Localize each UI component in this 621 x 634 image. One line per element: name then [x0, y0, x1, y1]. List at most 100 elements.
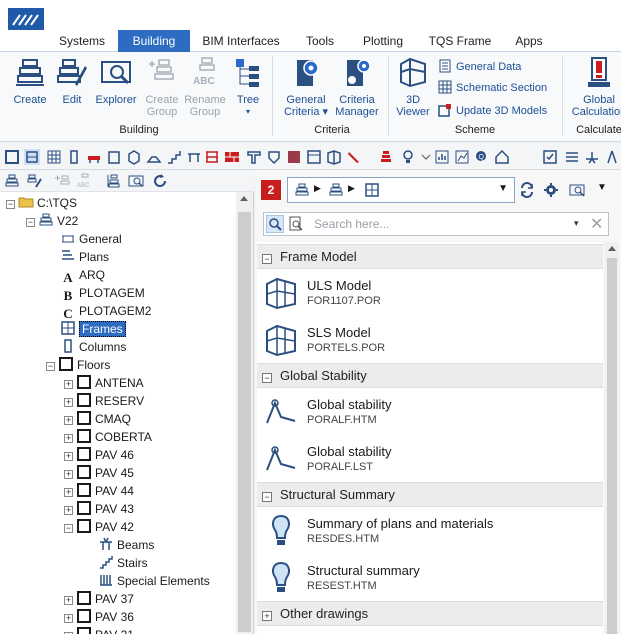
3d-viewer-button[interactable]: 3D Viewer [392, 56, 434, 118]
tree-item-plotagem[interactable]: B PLOTAGEM [60, 284, 145, 303]
chart-icon[interactable] [454, 149, 470, 165]
building-red-icon[interactable] [378, 149, 394, 165]
shield-icon[interactable] [266, 149, 282, 165]
tree-item-plans[interactable]: Plans [60, 248, 109, 266]
pen-icon[interactable] [346, 149, 362, 165]
tree-item-arq[interactable]: A ARQ [60, 266, 105, 285]
file-item[interactable]: Structural summary RESEST.HTM [257, 555, 603, 601]
gear-icon[interactable] [543, 182, 559, 198]
tree-item-child[interactable]: Special Elements [98, 572, 210, 590]
section-toggle-icon[interactable]: − [262, 373, 272, 383]
explorer-icon[interactable] [569, 182, 587, 198]
box-icon[interactable] [106, 149, 122, 165]
tree-item-child[interactable]: Beams [98, 536, 154, 554]
section-toggle-icon[interactable]: − [262, 254, 272, 264]
expander-icon[interactable]: − [26, 218, 35, 227]
building-icon[interactable] [4, 173, 20, 189]
general-criteria-button[interactable]: General Criteria ▾ [280, 56, 332, 118]
column-icon[interactable] [66, 149, 82, 165]
expander-icon[interactable]: + [64, 470, 73, 479]
tree-item-floors[interactable]: − Floors [46, 356, 110, 374]
tree-item-floor[interactable]: + PAV 37 [64, 590, 134, 608]
tree-item-floor[interactable]: + RESERV [64, 392, 144, 410]
tree-dropdown-icon[interactable]: ▾ [230, 106, 266, 118]
tree-item-floor[interactable]: + PAV 44 [64, 482, 134, 500]
frame-icon[interactable] [4, 149, 20, 165]
tab-plotting[interactable]: Plotting [352, 30, 414, 52]
sync-icon[interactable] [519, 182, 535, 198]
tree-scrollbar[interactable] [236, 192, 253, 634]
section-header[interactable]: − Frame Model [257, 244, 603, 269]
expander-icon[interactable]: + [64, 434, 73, 443]
beam-icon[interactable] [186, 149, 202, 165]
section-header[interactable]: − Global Stability [257, 363, 603, 388]
tree-item-general[interactable]: General [60, 230, 122, 248]
expander-icon[interactable]: + [64, 452, 73, 461]
app-logo[interactable] [8, 8, 44, 32]
file-item[interactable]: Summary of plans and materials RESDES.HTM [257, 508, 603, 554]
expander-icon[interactable]: + [64, 416, 73, 425]
dropdown-arrow-icon[interactable] [418, 149, 434, 165]
bulb-icon[interactable] [400, 149, 416, 165]
file-item[interactable]: ULS Model FOR1107.POR [257, 270, 603, 316]
tree-item-frames[interactable]: Frames [60, 320, 126, 338]
wall-icon[interactable] [246, 149, 262, 165]
general-data-button[interactable]: General Data [438, 58, 521, 76]
section-header[interactable]: − Structural Summary [257, 482, 603, 507]
zoom-icon[interactable]: Q [474, 149, 490, 165]
search-icon[interactable] [266, 215, 284, 233]
update-3d-models-button[interactable]: Update 3D Models [438, 102, 547, 120]
section-toggle-icon[interactable]: − [262, 492, 272, 502]
tree-item-floor[interactable]: + PAV 46 [64, 446, 134, 464]
tree-item-floor[interactable]: + PAV 45 [64, 464, 134, 482]
building-tree-icon[interactable] [106, 173, 122, 189]
search-dropdown-icon[interactable]: ▾ [574, 218, 579, 229]
checklist-icon[interactable] [542, 149, 558, 165]
scroll-up-icon[interactable] [608, 246, 616, 251]
panel-icon[interactable] [306, 149, 322, 165]
tab-tqs-frame[interactable]: TQS Frame [420, 30, 500, 52]
path-dropdown-icon[interactable]: ▼ [498, 183, 508, 194]
edit-button[interactable]: Edit [54, 56, 90, 106]
tree-item-building[interactable]: − V22 [26, 212, 78, 230]
compass-icon[interactable] [604, 149, 620, 165]
tree-item-child[interactable]: Stairs [98, 554, 148, 572]
section-header[interactable]: + Other drawings [257, 601, 603, 626]
schematic-section-button[interactable]: Schematic Section [438, 79, 547, 97]
frames-active-icon[interactable] [24, 149, 40, 165]
expander-icon[interactable]: + [64, 398, 73, 407]
house-icon[interactable] [494, 149, 510, 165]
file-item[interactable]: Global stability PORALF.LST [257, 436, 603, 482]
expander-icon[interactable]: − [46, 362, 55, 371]
rename-group-button[interactable]: ABC Rename Group [182, 56, 228, 118]
tree-item-floor[interactable]: − PAV 42 [64, 518, 134, 536]
explorer-icon[interactable] [128, 173, 144, 189]
scroll-up-icon[interactable] [240, 196, 248, 201]
tree-item-floor[interactable]: + PAV 43 [64, 500, 134, 518]
tree-item-plotagem2[interactable]: C PLOTAGEM2 [60, 302, 151, 321]
tree-button[interactable]: Tree ▾ [230, 56, 266, 118]
brick-icon[interactable] [224, 149, 240, 165]
expander-icon[interactable]: + [64, 506, 73, 515]
tree-item-columns[interactable]: Columns [60, 338, 126, 356]
origami-icon[interactable] [326, 149, 342, 165]
tab-systems[interactable]: Systems [48, 30, 116, 52]
stair-icon[interactable] [166, 149, 182, 165]
tree-item-floor[interactable]: + PAV 36 [64, 608, 134, 626]
add-group-icon[interactable] [54, 173, 70, 189]
cube-icon[interactable] [126, 149, 142, 165]
explorer-button[interactable]: Explorer [92, 56, 140, 106]
refresh-icon[interactable] [152, 173, 168, 189]
wine-block-icon[interactable] [286, 149, 302, 165]
tree-scroll-thumb[interactable] [238, 212, 251, 632]
search-file-icon[interactable] [288, 216, 304, 232]
create-group-button[interactable]: Create Group [142, 56, 182, 118]
more-dropdown-icon[interactable]: ▼ [597, 182, 607, 193]
tab-bim-interfaces[interactable]: BIM Interfaces [194, 30, 288, 52]
tree-item-floor[interactable]: + ANTENA [64, 374, 144, 392]
tab-apps[interactable]: Apps [504, 30, 554, 52]
content-scroll-thumb[interactable] [607, 258, 617, 634]
path-selector[interactable]: ▶ ▶ ▼ [287, 177, 515, 203]
support-icon[interactable] [584, 149, 600, 165]
red-frame-icon[interactable] [204, 149, 220, 165]
